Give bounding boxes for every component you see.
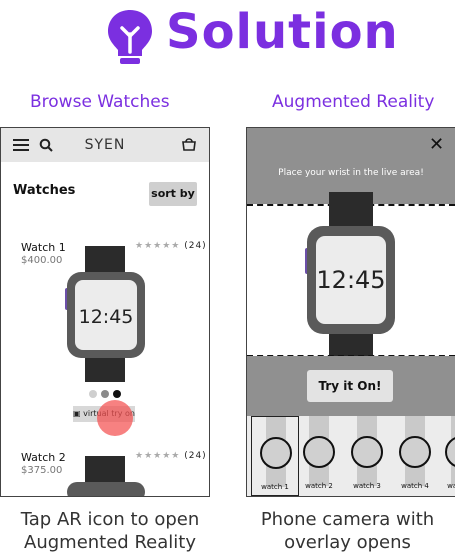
- ar-icon: ▣: [73, 409, 81, 418]
- thumbnail-watch-4[interactable]: watch 4: [391, 416, 439, 496]
- instruction-text: Place your wrist in the live area!: [278, 168, 424, 178]
- ar-caption: Phone camera with overlay opens: [260, 509, 435, 553]
- ar-watch-overlay: 12:45: [305, 192, 395, 368]
- carousel-dot-active[interactable]: [113, 390, 121, 398]
- thumbnail-label: watch 2: [305, 482, 333, 490]
- thumbnail-label: watch 4: [401, 482, 429, 490]
- watch-thumbnail-strip: watch 1 watch 2 watch 3 watch 4 watch 5: [247, 416, 455, 496]
- thumbnail-label: watch 5: [447, 482, 455, 490]
- lightbulb-icon: [108, 10, 152, 64]
- watch-2-image[interactable]: [61, 454, 151, 496]
- carousel-dot[interactable]: [101, 390, 109, 398]
- ar-label: Augmented Reality: [272, 92, 435, 112]
- ar-phone-screen: ✕ Place your wrist in the live area! 12:…: [246, 127, 455, 497]
- close-icon[interactable]: ✕: [429, 134, 444, 155]
- section-heading: Watches: [13, 183, 76, 198]
- thumbnail-watch-3[interactable]: watch 3: [343, 416, 391, 496]
- carousel-dot[interactable]: [89, 390, 97, 398]
- tap-indicator: [97, 400, 133, 436]
- try-it-on-button[interactable]: Try it On!: [307, 370, 393, 402]
- thumbnail-label: watch 1: [261, 483, 289, 491]
- page-title: Solution: [166, 4, 399, 60]
- thumbnail-watch-1[interactable]: watch 1: [251, 416, 299, 496]
- browse-caption: Tap AR icon to open Augmented Reality: [20, 509, 200, 553]
- sort-button[interactable]: sort by: [149, 182, 197, 206]
- product-price: $375.00: [21, 465, 63, 476]
- product-name[interactable]: Watch 2: [21, 451, 66, 464]
- rating-count: (24): [184, 241, 207, 251]
- cart-icon[interactable]: [181, 137, 197, 152]
- brand-name: SYEN: [84, 137, 126, 153]
- ar-watch-time: 12:45: [316, 266, 385, 294]
- thumbnail-label: watch 3: [353, 482, 381, 490]
- browse-phone-screen: SYEN Watches sort by Watch 1 $400.00 ★★★…: [0, 127, 210, 497]
- watch-time: 12:45: [79, 306, 134, 328]
- rating-count: (24): [184, 451, 207, 461]
- browse-label: Browse Watches: [30, 92, 170, 112]
- thumbnail-watch-2[interactable]: watch 2: [295, 416, 343, 496]
- product-name[interactable]: Watch 1: [21, 241, 66, 254]
- watch-1-image[interactable]: 12:45: [61, 244, 151, 384]
- product-price: $400.00: [21, 255, 63, 266]
- thumbnail-watch-5[interactable]: watch 5: [437, 416, 455, 496]
